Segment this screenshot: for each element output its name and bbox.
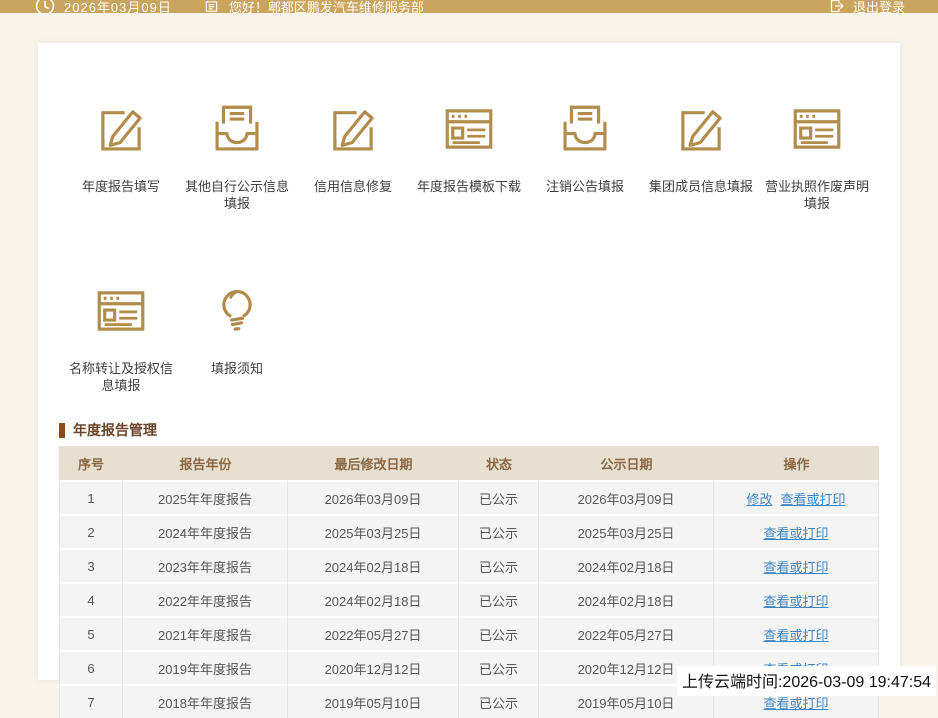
col-header-4: 状态 <box>459 446 539 480</box>
col-header-1: 序号 <box>59 446 123 480</box>
logout-button[interactable]: 退出登录 <box>829 0 905 13</box>
menu-item-5[interactable]: 注销公告填报 <box>527 100 643 212</box>
edit-icon <box>672 100 730 158</box>
menu-item-label: 其他自行公示信息填报 <box>179 178 295 212</box>
status-badge: 已公示 <box>459 616 539 650</box>
menu-item-9[interactable]: 填报须知 <box>179 282 295 394</box>
col-header-2: 报告年份 <box>123 446 288 480</box>
table-row: 42022年年度报告2024年02月18日已公示2024年02月18日查看或打印 <box>59 582 879 616</box>
cell-no: 5 <box>59 616 123 650</box>
col-header-5: 公示日期 <box>539 446 714 480</box>
section-title: 年度报告管理 <box>59 420 879 440</box>
cell-actions: 查看或打印 <box>714 514 879 548</box>
menu-item-label: 集团成员信息填报 <box>643 178 759 195</box>
cell-report-year: 2024年年度报告 <box>123 514 288 548</box>
topbar-greeting: 您好！郫都区鹏发汽车维修服务部 <box>229 0 424 13</box>
status-badge: 已公示 <box>459 582 539 616</box>
cell-last-modified: 2025年03月25日 <box>288 514 459 548</box>
cell-publish-date: 2024年02月18日 <box>539 582 714 616</box>
status-badge: 已公示 <box>459 684 539 718</box>
menu-item-1[interactable]: 年度报告填写 <box>63 100 179 212</box>
section-title-marker <box>59 423 65 438</box>
cell-last-modified: 2024年02月18日 <box>288 582 459 616</box>
cell-last-modified: 2020年12月12日 <box>288 650 459 684</box>
clock-icon <box>35 0 55 13</box>
view-or-print-link[interactable]: 查看或打印 <box>781 492 846 507</box>
form-icon <box>92 282 150 340</box>
status-badge: 已公示 <box>459 650 539 684</box>
cell-report-year: 2023年年度报告 <box>123 548 288 582</box>
modify-link[interactable]: 修改 <box>746 492 772 507</box>
menu-item-4[interactable]: 年度报告模板下载 <box>411 100 527 212</box>
cell-actions: 修改查看或打印 <box>714 480 879 514</box>
form-icon <box>440 100 498 158</box>
menu-item-label: 年度报告填写 <box>63 178 179 195</box>
cell-report-year: 2019年年度报告 <box>123 650 288 684</box>
menu-item-6[interactable]: 集团成员信息填报 <box>643 100 759 212</box>
cell-no: 4 <box>59 582 123 616</box>
menu-item-label: 营业执照作废声明填报 <box>759 178 875 212</box>
topbar-date: 2026年03月09日 <box>64 0 172 13</box>
menu-item-label: 名称转让及授权信息填报 <box>63 360 179 394</box>
cell-no: 7 <box>59 684 123 718</box>
menu-item-2[interactable]: 其他自行公示信息填报 <box>179 100 295 212</box>
table-header-row: 序号报告年份最后修改日期状态公示日期操作 <box>59 446 879 480</box>
inbox-icon <box>556 100 614 158</box>
cell-report-year: 2025年年度报告 <box>123 480 288 514</box>
main-card: 年度报告填写其他自行公示信息填报信用信息修复年度报告模板下载注销公告填报集团成员… <box>38 43 900 680</box>
menu-item-7[interactable]: 营业执照作废声明填报 <box>759 100 875 212</box>
cell-report-year: 2021年年度报告 <box>123 616 288 650</box>
menu-grid: 年度报告填写其他自行公示信息填报信用信息修复年度报告模板下载注销公告填报集团成员… <box>38 43 900 394</box>
view-or-print-link[interactable]: 查看或打印 <box>763 526 828 541</box>
col-header-3: 最后修改日期 <box>288 446 459 480</box>
menu-item-label: 信用信息修复 <box>295 178 411 195</box>
cell-report-year: 2022年年度报告 <box>123 582 288 616</box>
edit-icon <box>92 100 150 158</box>
cell-no: 6 <box>59 650 123 684</box>
menu-item-label: 年度报告模板下载 <box>411 178 527 195</box>
cell-actions: 查看或打印 <box>714 582 879 616</box>
table-row: 12025年年度报告2026年03月09日已公示2026年03月09日修改查看或… <box>59 480 879 514</box>
inbox-icon <box>208 100 266 158</box>
id-card-icon <box>204 0 219 13</box>
edit-icon <box>324 100 382 158</box>
topbar-inner: 2026年03月09日 您好！郫都区鹏发汽车维修服务部 退出登录 <box>0 0 938 13</box>
cell-last-modified: 2019年05月10日 <box>288 684 459 718</box>
bulb-icon <box>208 282 266 340</box>
cell-actions: 查看或打印 <box>714 616 879 650</box>
col-header-6: 操作 <box>714 446 879 480</box>
cell-publish-date: 2025年03月25日 <box>539 514 714 548</box>
cell-publish-date: 2024年02月18日 <box>539 548 714 582</box>
cell-report-year: 2018年年度报告 <box>123 684 288 718</box>
menu-item-8[interactable]: 名称转让及授权信息填报 <box>63 282 179 394</box>
table-row: 32023年年度报告2024年02月18日已公示2024年02月18日查看或打印 <box>59 548 879 582</box>
cell-actions: 查看或打印 <box>714 548 879 582</box>
cell-last-modified: 2024年02月18日 <box>288 548 459 582</box>
menu-item-3[interactable]: 信用信息修复 <box>295 100 411 212</box>
cell-no: 1 <box>59 480 123 514</box>
menu-item-label: 注销公告填报 <box>527 178 643 195</box>
form-icon <box>788 100 846 158</box>
view-or-print-link[interactable]: 查看或打印 <box>763 628 828 643</box>
section-title-text: 年度报告管理 <box>73 420 157 440</box>
logout-label: 退出登录 <box>853 0 905 13</box>
cell-no: 3 <box>59 548 123 582</box>
cell-last-modified: 2022年05月27日 <box>288 616 459 650</box>
cell-publish-date: 2026年03月09日 <box>539 480 714 514</box>
table-row: 52021年年度报告2022年05月27日已公示2022年05月27日查看或打印 <box>59 616 879 650</box>
cell-publish-date: 2022年05月27日 <box>539 616 714 650</box>
menu-item-label: 填报须知 <box>179 360 295 377</box>
logout-icon <box>829 0 845 13</box>
status-badge: 已公示 <box>459 480 539 514</box>
status-badge: 已公示 <box>459 548 539 582</box>
view-or-print-link[interactable]: 查看或打印 <box>763 594 828 609</box>
cell-last-modified: 2026年03月09日 <box>288 480 459 514</box>
table-row: 22024年年度报告2025年03月25日已公示2025年03月25日查看或打印 <box>59 514 879 548</box>
view-or-print-link[interactable]: 查看或打印 <box>763 560 828 575</box>
status-badge: 已公示 <box>459 514 539 548</box>
cell-no: 2 <box>59 514 123 548</box>
topbar: 2026年03月09日 您好！郫都区鹏发汽车维修服务部 退出登录 <box>0 0 938 13</box>
upload-time-text: 上传云端时间:2026-03-09 19:47:54 <box>677 666 936 696</box>
